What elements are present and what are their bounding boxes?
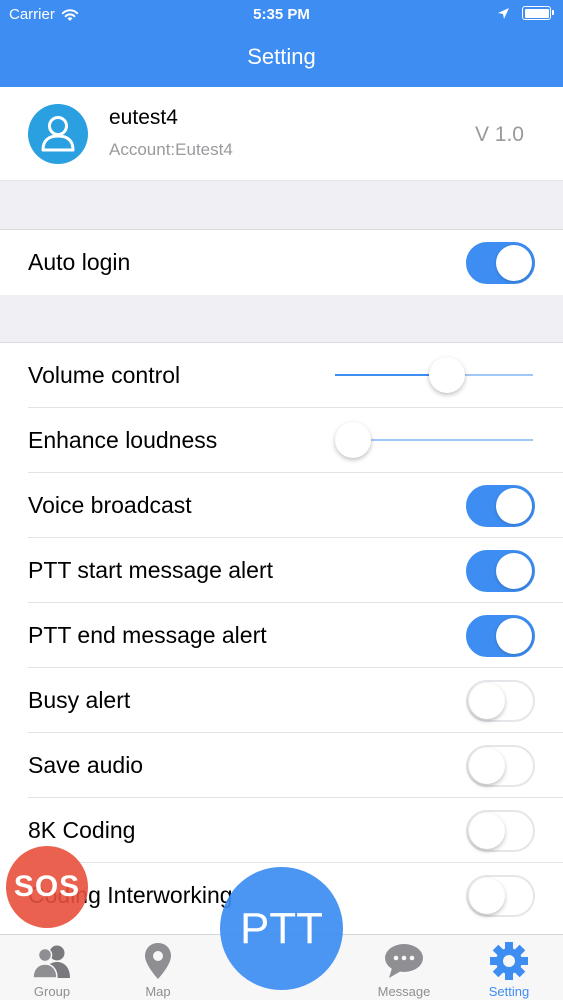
setting-label: Busy alert	[28, 687, 131, 713]
toggle-knob	[496, 553, 532, 589]
coding-interworking-toggle[interactable]	[466, 875, 535, 917]
ptt-button[interactable]: PTT	[220, 867, 343, 990]
tab-map[interactable]: Map	[108, 935, 208, 1000]
gear-icon	[490, 942, 528, 980]
profile-row[interactable]: eutest4 Account:Eutest4 V 1.0	[0, 87, 563, 181]
busy-alert-toggle[interactable]	[466, 680, 535, 722]
setting-row-loudness: Enhance loudness	[0, 408, 563, 473]
tab-message[interactable]: Message	[354, 935, 454, 1000]
setting-row-voice-broadcast: Voice broadcast	[0, 473, 563, 538]
auto-login-toggle[interactable]	[466, 242, 535, 284]
battery-fill	[524, 8, 549, 18]
tab-group[interactable]: Group	[2, 935, 102, 1000]
setting-label: Enhance loudness	[28, 427, 218, 453]
map-pin-icon	[145, 943, 171, 979]
setting-row-auto-login: Auto login	[0, 230, 563, 295]
tab-label: Group	[33, 984, 71, 999]
toggle-knob	[496, 245, 532, 281]
setting-row-ptt-end-alert: PTT end message alert	[0, 603, 563, 668]
profile-name: eutest4	[109, 106, 178, 129]
battery-icon	[522, 6, 554, 20]
ptt-end-alert-toggle[interactable]	[466, 615, 535, 657]
toggle-knob	[469, 878, 505, 914]
setting-row-save-audio: Save audio	[0, 733, 563, 798]
status-time: 5:35 PM	[253, 6, 310, 23]
setting-row-8k-coding: 8K Coding	[0, 798, 563, 863]
page-title: Setting	[247, 44, 316, 69]
chat-bubble-icon	[385, 944, 423, 978]
sos-button[interactable]: SOS	[6, 846, 88, 928]
section-gap	[0, 295, 563, 343]
volume-slider[interactable]	[335, 357, 533, 393]
location-arrow-icon	[498, 7, 509, 19]
status-bar: Carrier 5:35 PM	[0, 0, 563, 30]
ptt-start-alert-toggle[interactable]	[466, 550, 535, 592]
save-audio-toggle[interactable]	[466, 745, 535, 787]
tab-label: Message	[377, 984, 431, 999]
app-version: V 1.0	[474, 123, 524, 146]
toggle-knob	[469, 813, 505, 849]
voice-broadcast-toggle[interactable]	[466, 485, 535, 527]
user-icon	[41, 116, 75, 152]
avatar	[28, 104, 88, 164]
toggle-knob	[469, 748, 505, 784]
tab-label: Setting	[488, 984, 530, 999]
setting-label: Save audio	[28, 752, 144, 778]
setting-label: PTT end message alert	[28, 622, 267, 648]
slider-thumb[interactable]	[335, 422, 371, 458]
profile-account: Account:Eutest4	[109, 140, 233, 159]
8k-coding-toggle[interactable]	[466, 810, 535, 852]
slider-thumb[interactable]	[428, 357, 465, 393]
loudness-slider[interactable]	[335, 422, 533, 458]
group-icon	[32, 945, 70, 979]
toggle-knob	[496, 618, 532, 654]
tab-label: Map	[145, 984, 171, 999]
setting-row-ptt-start-alert: PTT start message alert	[0, 538, 563, 603]
section-gap	[0, 181, 563, 230]
setting-label: Volume control	[28, 362, 181, 388]
setting-label: Auto login	[28, 249, 131, 275]
setting-row-busy-alert: Busy alert	[0, 668, 563, 733]
setting-row-volume: Volume control	[0, 343, 563, 408]
header: Carrier 5:35 PM Setting	[0, 0, 563, 87]
tab-setting[interactable]: Setting	[459, 935, 559, 1000]
toggle-knob	[496, 488, 532, 524]
setting-label: PTT start message alert	[28, 557, 273, 583]
toggle-knob	[469, 683, 505, 719]
setting-label: Voice broadcast	[28, 492, 192, 518]
status-right	[497, 6, 554, 20]
